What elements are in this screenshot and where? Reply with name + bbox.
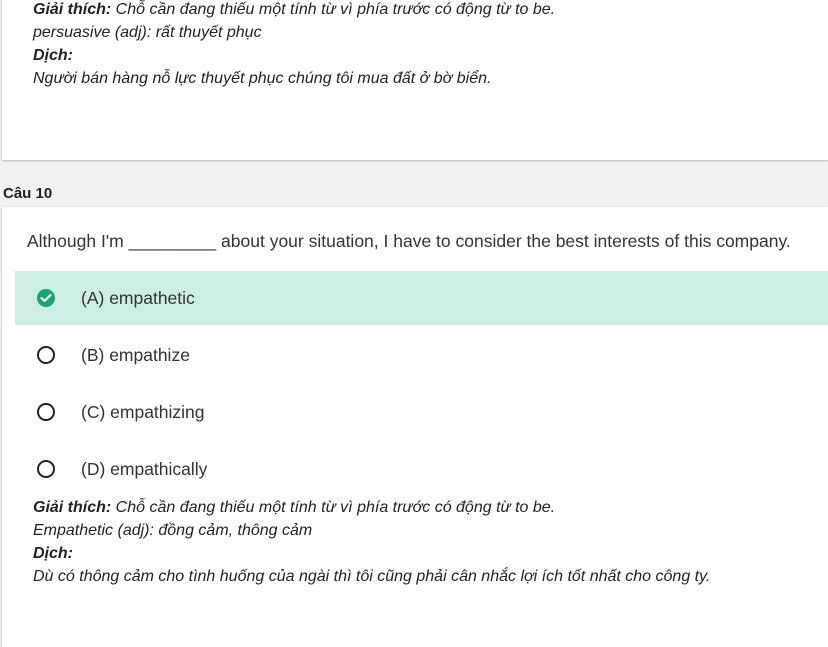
question-text: Although I'm _________ about your situat… bbox=[27, 231, 791, 251]
translation-text: Người bán hàng nỗ lực thuyết phục chúng … bbox=[33, 70, 492, 87]
question-card-previous: Giải thích: Chỗ cần đang thiếu một tính … bbox=[2, 0, 828, 160]
option-label: (C) empathizing bbox=[81, 402, 205, 422]
option-label: (A) empathetic bbox=[81, 288, 195, 308]
explanation-label: Giải thích: bbox=[33, 1, 112, 18]
radio-empty-icon bbox=[37, 460, 55, 478]
question-card: Although I'm _________ about your situat… bbox=[2, 207, 828, 647]
explanation-text: Chỗ cần đang thiếu một tính từ vì phía t… bbox=[111, 499, 556, 516]
translation-text: Dù có thông cảm cho tình huống của ngài … bbox=[33, 568, 711, 585]
explanation-label: Giải thích: bbox=[33, 499, 112, 516]
radio-empty-icon bbox=[37, 403, 55, 421]
translation-label: Dịch: bbox=[33, 545, 73, 562]
option-d[interactable]: (D) empathically bbox=[15, 442, 828, 496]
radio-empty-icon bbox=[37, 346, 55, 364]
question-number-label: Câu 10 bbox=[3, 185, 53, 202]
explanation-block: Giải thích: Chỗ cần đang thiếu một tính … bbox=[33, 0, 555, 90]
translation-label-line: Dịch: bbox=[33, 542, 710, 565]
translation-label: Dịch: bbox=[33, 47, 73, 64]
option-label: (D) empathically bbox=[81, 459, 208, 479]
explanation-line: Giải thích: Chỗ cần đang thiếu một tính … bbox=[33, 496, 710, 519]
check-circle-icon bbox=[37, 289, 55, 307]
option-b[interactable]: (B) empathize bbox=[15, 328, 828, 382]
explanation-block: Giải thích: Chỗ cần đang thiếu một tính … bbox=[33, 496, 710, 588]
explanation-line: Giải thích: Chỗ cần đang thiếu một tính … bbox=[33, 0, 555, 21]
translation-label-line: Dịch: bbox=[33, 44, 555, 67]
vocab-line: persuasive (adj): rất thuyết phục bbox=[33, 24, 262, 41]
explanation-text: Chỗ cần đang thiếu một tính từ vì phía t… bbox=[111, 1, 556, 18]
option-a[interactable]: (A) empathetic bbox=[15, 271, 828, 325]
option-label: (B) empathize bbox=[81, 345, 190, 365]
vocab-line: Empathetic (adj): đồng cảm, thông cảm bbox=[33, 522, 313, 539]
option-c[interactable]: (C) empathizing bbox=[15, 385, 828, 439]
